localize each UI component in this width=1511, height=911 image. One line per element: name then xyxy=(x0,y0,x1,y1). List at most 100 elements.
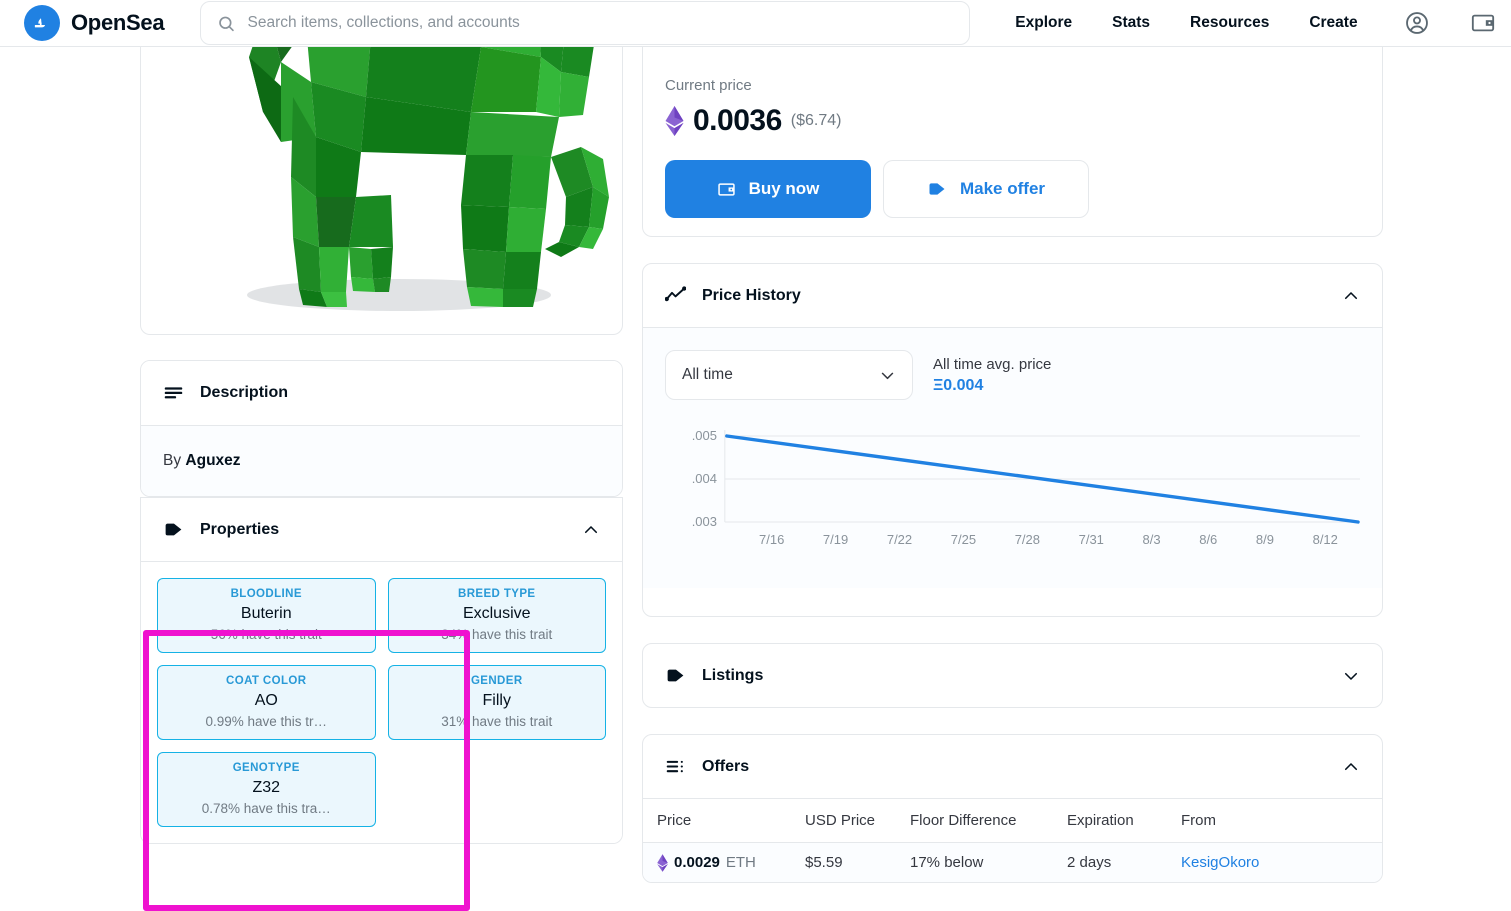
chevron-down-icon xyxy=(881,372,894,379)
x-tick-label: 7/22 xyxy=(886,532,913,547)
ethereum-icon xyxy=(657,853,668,872)
price-row: 0.0036 ($6.74) xyxy=(665,104,1360,138)
nav-link-stats[interactable]: Stats xyxy=(1112,14,1150,32)
x-tick-label: 8/9 xyxy=(1255,532,1274,547)
listings-title: Listings xyxy=(702,666,764,684)
time-range-select[interactable]: All time xyxy=(665,350,913,400)
x-tick-label: 7/19 xyxy=(822,532,849,547)
action-button-row: Buy now Make offer xyxy=(665,160,1360,218)
trait-card[interactable]: BREED TYPE Exclusive 34% have this trait xyxy=(387,578,606,653)
price-history-chart[interactable]: .005 .004 .003 7/16 7/19 7/22 7/25 7/28 … xyxy=(665,418,1360,588)
top-header: OpenSea Explore Stats Resources Create xyxy=(0,0,1511,47)
trait-type: BREED TYPE xyxy=(458,588,536,600)
trait-value: Z32 xyxy=(252,779,281,796)
offers-title: Offers xyxy=(702,757,750,775)
price-history-header[interactable]: Price History xyxy=(643,264,1382,327)
tag-icon xyxy=(667,669,684,682)
price-history-panel: Price History All time All time avg. pri… xyxy=(642,263,1383,617)
trait-type: BLOODLINE xyxy=(230,588,302,600)
price-history-title: Price History xyxy=(702,286,801,304)
make-offer-label: Make offer xyxy=(959,179,1046,198)
trait-rarity: 0.78% have this tra… xyxy=(201,801,331,816)
x-tick-label: 7/28 xyxy=(1014,532,1040,547)
trait-value: AO xyxy=(254,692,278,709)
trait-type: GENOTYPE xyxy=(232,762,300,774)
table-row[interactable]: 0.0029 ETH $5.59 17% below 2 days KesigO… xyxy=(643,842,1382,882)
trait-card[interactable]: GENOTYPE Z32 0.78% have this tra… xyxy=(157,752,376,827)
x-tick-label: 8/12 xyxy=(1312,532,1338,547)
offer-price-unit: ETH xyxy=(725,854,756,871)
avg-price-block: All time avg. price Ξ0.004 xyxy=(933,356,1051,395)
nft-artwork-card[interactable] xyxy=(140,47,623,335)
x-tick-label: 8/3 xyxy=(1142,532,1161,547)
offer-price-cell: 0.0029 ETH xyxy=(657,853,805,872)
search-input[interactable] xyxy=(247,14,954,32)
price-usd-value: ($6.74) xyxy=(790,112,842,129)
price-eth-value: 0.0036 xyxy=(693,104,782,137)
nav-link-resources[interactable]: Resources xyxy=(1190,14,1269,32)
description-by-prefix: By xyxy=(163,452,182,469)
offer-floor-difference: 17% below xyxy=(910,854,984,871)
column-header-usd-price: USD Price xyxy=(805,812,876,829)
trait-card[interactable]: BLOODLINE Buterin 56% have this trait xyxy=(157,578,376,653)
trait-card[interactable]: GENDER Filly 31% have this trait xyxy=(387,665,606,740)
chevron-up-icon[interactable] xyxy=(1342,758,1360,776)
offer-expiration: 2 days xyxy=(1067,854,1112,871)
chevron-up-icon[interactable] xyxy=(582,521,600,539)
buy-now-button[interactable]: Buy now xyxy=(665,160,871,218)
description-creator[interactable]: Aguxez xyxy=(185,452,240,469)
chevron-up-icon[interactable] xyxy=(1342,287,1360,305)
nav-link-create[interactable]: Create xyxy=(1309,14,1357,32)
trait-type: GENDER xyxy=(470,675,523,687)
listings-header[interactable]: Listings xyxy=(643,644,1382,707)
x-tick-label: 7/25 xyxy=(950,532,977,547)
current-price-label: Current price xyxy=(665,77,752,94)
nav-link-explore[interactable]: Explore xyxy=(1015,14,1072,32)
list-rows-icon xyxy=(666,760,683,773)
trait-rarity: 56% have this trait xyxy=(210,627,322,642)
offers-header[interactable]: Offers xyxy=(643,735,1382,798)
time-range-value: All time xyxy=(682,366,733,383)
trait-type: COAT COLOR xyxy=(226,675,307,687)
trait-rarity: 0.99% have this tr… xyxy=(205,714,328,729)
properties-grid: BLOODLINE Buterin 56% have this trait BR… xyxy=(141,561,622,843)
left-column: Description By Aguxez Properties BLOODLI… xyxy=(140,47,623,844)
trait-card[interactable]: COAT COLOR AO 0.99% have this tr… xyxy=(157,665,376,740)
offers-panel: Offers Price USD Price Floor Difference … xyxy=(642,734,1383,883)
trait-rarity: 31% have this trait xyxy=(441,714,553,729)
chevron-down-icon[interactable] xyxy=(1342,667,1360,685)
tag-icon xyxy=(165,523,182,536)
y-tick-label: .003 xyxy=(691,514,717,529)
y-tick-label: .004 xyxy=(691,471,717,486)
opensea-sailboat-icon xyxy=(24,5,60,41)
avg-price-label: All time avg. price xyxy=(933,355,1052,373)
offer-price-value: 0.0029 xyxy=(674,854,720,871)
description-lines-icon xyxy=(164,386,183,398)
wallet-icon[interactable] xyxy=(1470,10,1496,36)
properties-panel: Properties BLOODLINE Buterin 56% have th… xyxy=(140,497,623,844)
properties-title: Properties xyxy=(200,520,280,538)
brand-logo-link[interactable]: OpenSea xyxy=(24,5,165,41)
description-body: By Aguxez xyxy=(141,425,622,496)
column-header-price: Price xyxy=(657,812,692,829)
offer-from-user[interactable]: KesigOkoro xyxy=(1181,854,1341,871)
right-column: Current price 0.0036 ($6.74) Buy now Mak… xyxy=(642,47,1383,883)
account-circle-icon[interactable] xyxy=(1404,10,1430,36)
column-header-expiration: Expiration xyxy=(1067,812,1134,829)
offers-table-header: Price USD Price Floor Difference Expirat… xyxy=(643,798,1382,842)
price-chart-svg xyxy=(724,430,1360,524)
trait-rarity: 34% have this trait xyxy=(441,627,553,642)
header-icon-group xyxy=(1404,10,1496,36)
column-header-from: From xyxy=(1181,812,1216,829)
properties-header[interactable]: Properties xyxy=(141,497,622,561)
green-low-poly-horse-icon xyxy=(247,47,609,311)
description-title: Description xyxy=(200,384,289,401)
x-axis-tick-labels: 7/16 7/19 7/22 7/25 7/28 7/31 8/3 8/6 8/… xyxy=(725,532,1360,547)
make-offer-button[interactable]: Make offer xyxy=(883,160,1089,218)
wallet-icon xyxy=(717,182,735,196)
description-header[interactable]: Description xyxy=(141,361,622,425)
trait-value: Filly xyxy=(482,692,511,709)
search-icon xyxy=(219,16,235,31)
trend-line-icon xyxy=(665,286,686,302)
search-bar[interactable] xyxy=(200,1,971,45)
